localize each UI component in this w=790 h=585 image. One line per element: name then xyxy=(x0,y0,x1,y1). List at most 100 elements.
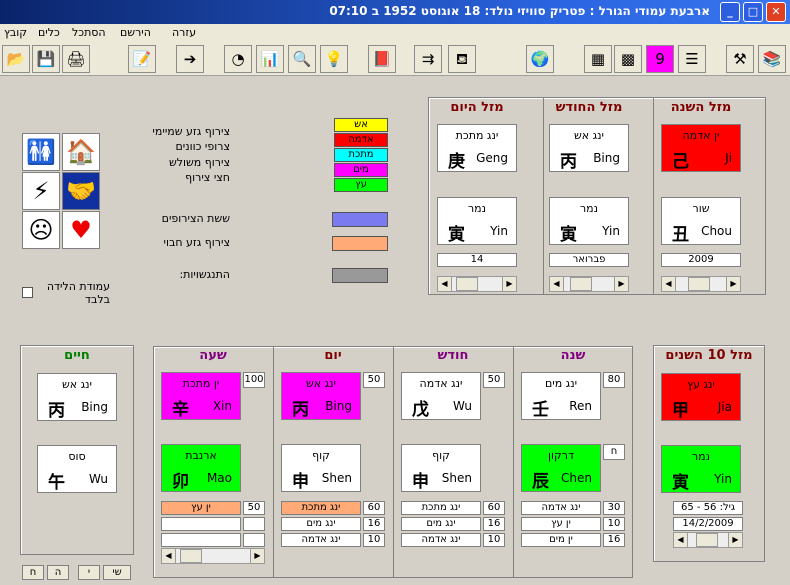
stem-card-pinyin: Xin xyxy=(212,399,232,413)
menu-tools[interactable]: כלים xyxy=(38,26,60,39)
scroll-right-icon[interactable]: ▶ xyxy=(614,277,628,291)
branch-card[interactable]: ארנבת 卯 Mao xyxy=(161,444,241,492)
stem-card-name: ינג אדמה xyxy=(419,377,463,390)
book-stack-icon[interactable]: 📚 xyxy=(758,45,786,73)
menu-view[interactable]: הסתכל xyxy=(72,26,106,39)
magnifier-icon[interactable]: 🔍 xyxy=(288,45,316,73)
export-icon[interactable]: ⇉ xyxy=(414,45,442,73)
sad-face-icon[interactable]: ☹ xyxy=(22,211,60,249)
decade-scrollbar[interactable]: ◀ ▶ xyxy=(673,532,743,548)
branch-card[interactable]: נמר 寅 Yin xyxy=(437,197,517,245)
branch-card[interactable]: קוף 申 Shen xyxy=(281,444,361,492)
presentation-icon[interactable]: ⛾ xyxy=(448,45,476,73)
birth-only-checkbox[interactable] xyxy=(22,287,33,298)
stem-card[interactable]: ינג אש 丙 Bing xyxy=(549,124,629,172)
lightning-icon[interactable]: ⚡ xyxy=(22,172,60,210)
pie-chart-icon[interactable]: ◔ xyxy=(224,45,252,73)
stem-card[interactable]: ינג אדמה 戊 Wu xyxy=(401,372,481,420)
stem-card-char: 庚 xyxy=(448,152,465,172)
stem-card[interactable]: ינג אש 丙 Bing xyxy=(281,372,361,420)
scroll-thumb[interactable] xyxy=(688,277,710,291)
scroll-thumb[interactable] xyxy=(456,277,478,291)
hidden-stem-value xyxy=(243,533,265,547)
handshake-icon[interactable]: 🤝 xyxy=(62,172,100,210)
heart-icon[interactable]: ♥ xyxy=(62,211,100,249)
branch-card[interactable]: קוף 申 Shen xyxy=(401,444,481,492)
branch-name: סוס xyxy=(68,450,86,463)
bottom-button-1[interactable]: ח xyxy=(22,565,44,580)
scroll-thumb[interactable] xyxy=(570,277,592,291)
decade-stem-card[interactable]: ינג עץ 甲 Jia xyxy=(661,373,741,421)
branch-card-pinyin: Yin xyxy=(602,224,620,238)
luck-scrollbar[interactable]: ◀ ▶ xyxy=(661,276,741,292)
couple-icon[interactable]: 🚻 xyxy=(22,133,60,171)
luck-date-field[interactable]: פברואר xyxy=(549,253,629,267)
stem-card-pinyin: Ji xyxy=(725,151,732,165)
stem-card-name: ינג מתכת xyxy=(455,129,499,142)
decade-branch-card[interactable]: נמר 寅 Yin xyxy=(661,445,741,493)
house-car-icon[interactable]: 🏠 xyxy=(62,133,100,171)
branch-card[interactable]: שור 丑 Chou xyxy=(661,197,741,245)
stem-card-char: 丙 xyxy=(560,152,577,172)
scroll-right-icon[interactable]: ▶ xyxy=(728,533,742,547)
scroll-thumb[interactable] xyxy=(696,533,718,547)
stem-card[interactable]: ינג מתכת 庚 Geng xyxy=(437,124,517,172)
stem-card-name: ינג אש xyxy=(573,129,605,142)
lightbulb-icon[interactable]: 💡 xyxy=(320,45,348,73)
decade-date-field[interactable]: 14/2/2009 xyxy=(673,517,743,531)
luck-scrollbar[interactable]: ◀ ▶ xyxy=(549,276,629,292)
scroll-right-icon[interactable]: ▶ xyxy=(726,277,740,291)
luck-date-field[interactable]: 14 xyxy=(437,253,517,267)
scroll-left-icon[interactable]: ◀ xyxy=(674,533,688,547)
bar-chart-icon[interactable]: 📊 xyxy=(256,45,284,73)
stem-card-pinyin: Ren xyxy=(569,399,592,413)
stem-card-pinyin: Bing xyxy=(325,399,352,413)
scroll-left-icon[interactable]: ◀ xyxy=(550,277,564,291)
bottom-button-3[interactable]: י xyxy=(78,565,100,580)
scroll-left-icon[interactable]: ◀ xyxy=(438,277,452,291)
scroll-left-icon[interactable]: ◀ xyxy=(662,277,676,291)
nine-icon[interactable]: 9 xyxy=(646,45,674,73)
scroll-right-icon[interactable]: ▶ xyxy=(250,549,264,563)
arrow-right-icon[interactable]: ➔ xyxy=(176,45,204,73)
print-icon[interactable]: 🖨 xyxy=(62,45,90,73)
menu-help[interactable]: עזרה xyxy=(172,26,196,39)
open-icon[interactable]: 📂 xyxy=(2,45,30,73)
luck-date-field[interactable]: 2009 xyxy=(661,253,741,267)
maximize-button[interactable]: □ xyxy=(743,2,763,22)
stem-card[interactable]: ין אדמה 己 Ji xyxy=(661,124,741,172)
hidden-stem-field: ין מים xyxy=(521,533,601,547)
scroll-thumb[interactable] xyxy=(180,549,202,563)
stem-card-name: ין מתכת xyxy=(182,377,220,390)
color-grid-icon[interactable]: ▩ xyxy=(614,45,642,73)
grid-chart-icon[interactable]: ▦ xyxy=(584,45,612,73)
bottom-button-4[interactable]: שי xyxy=(103,565,131,580)
scroll-right-icon[interactable]: ▶ xyxy=(502,277,516,291)
globe-icon[interactable]: 🌍 xyxy=(526,45,554,73)
life-branch-card[interactable]: סוס 午 Wu xyxy=(37,445,117,493)
stem-char: 丙 xyxy=(48,401,65,421)
save-icon[interactable]: 💾 xyxy=(32,45,60,73)
bottom-button-2[interactable]: ה xyxy=(47,565,69,580)
pillars-scrollbar[interactable]: ◀ ▶ xyxy=(161,548,265,564)
stem-card[interactable]: ינג מים 壬 Ren xyxy=(521,372,601,420)
book-icon[interactable]: 📕 xyxy=(368,45,396,73)
list-icon[interactable]: ☰ xyxy=(678,45,706,73)
tools-icon[interactable]: ⚒ xyxy=(726,45,754,73)
decade-title: מזל 10 השנים xyxy=(665,348,753,363)
six-combinations-label: ששת הצירופים xyxy=(161,212,230,225)
branch-card[interactable]: נמר 寅 Yin xyxy=(549,197,629,245)
stem-card-pinyin: Bing xyxy=(593,151,620,165)
menu-register[interactable]: הירשם xyxy=(120,26,151,39)
close-button[interactable]: ✕ xyxy=(766,2,786,22)
edit-icon[interactable]: 📝 xyxy=(128,45,156,73)
stem-card[interactable]: ין מתכת 辛 Xin xyxy=(161,372,241,420)
scroll-left-icon[interactable]: ◀ xyxy=(162,549,176,563)
branch-card-char: 申 xyxy=(412,472,429,492)
luck-scrollbar[interactable]: ◀ ▶ xyxy=(437,276,517,292)
minimize-button[interactable]: _ xyxy=(720,2,740,22)
menu-file[interactable]: קובץ xyxy=(4,26,27,39)
pillar-divider xyxy=(393,347,394,577)
branch-card[interactable]: דרקון 辰 Chen xyxy=(521,444,601,492)
life-stem-card[interactable]: ינג אש 丙 Bing xyxy=(37,373,117,421)
